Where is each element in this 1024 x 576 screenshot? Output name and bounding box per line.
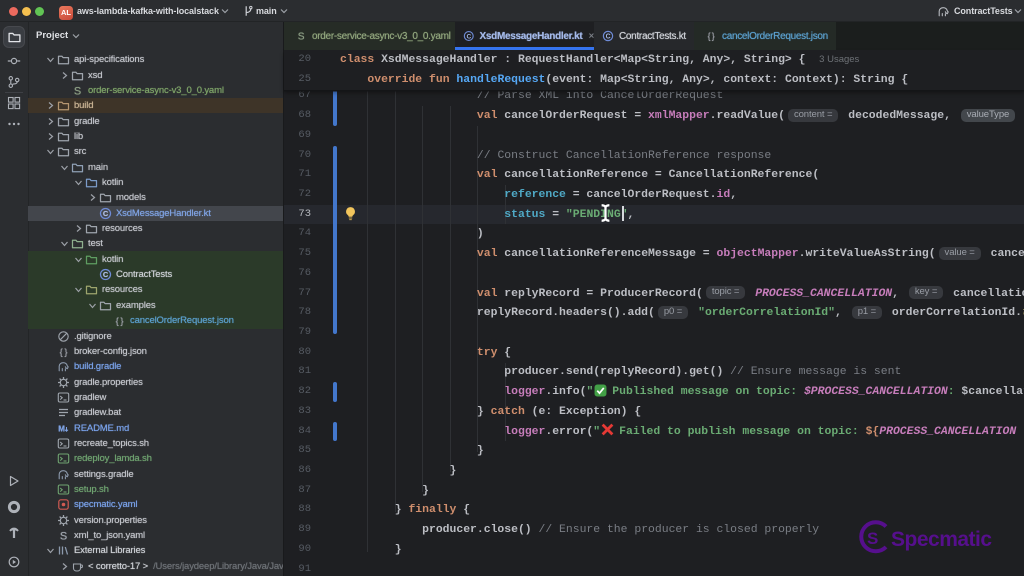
svg-text:S: S xyxy=(867,529,878,548)
svg-text:Specmatic: Specmatic xyxy=(891,528,992,551)
